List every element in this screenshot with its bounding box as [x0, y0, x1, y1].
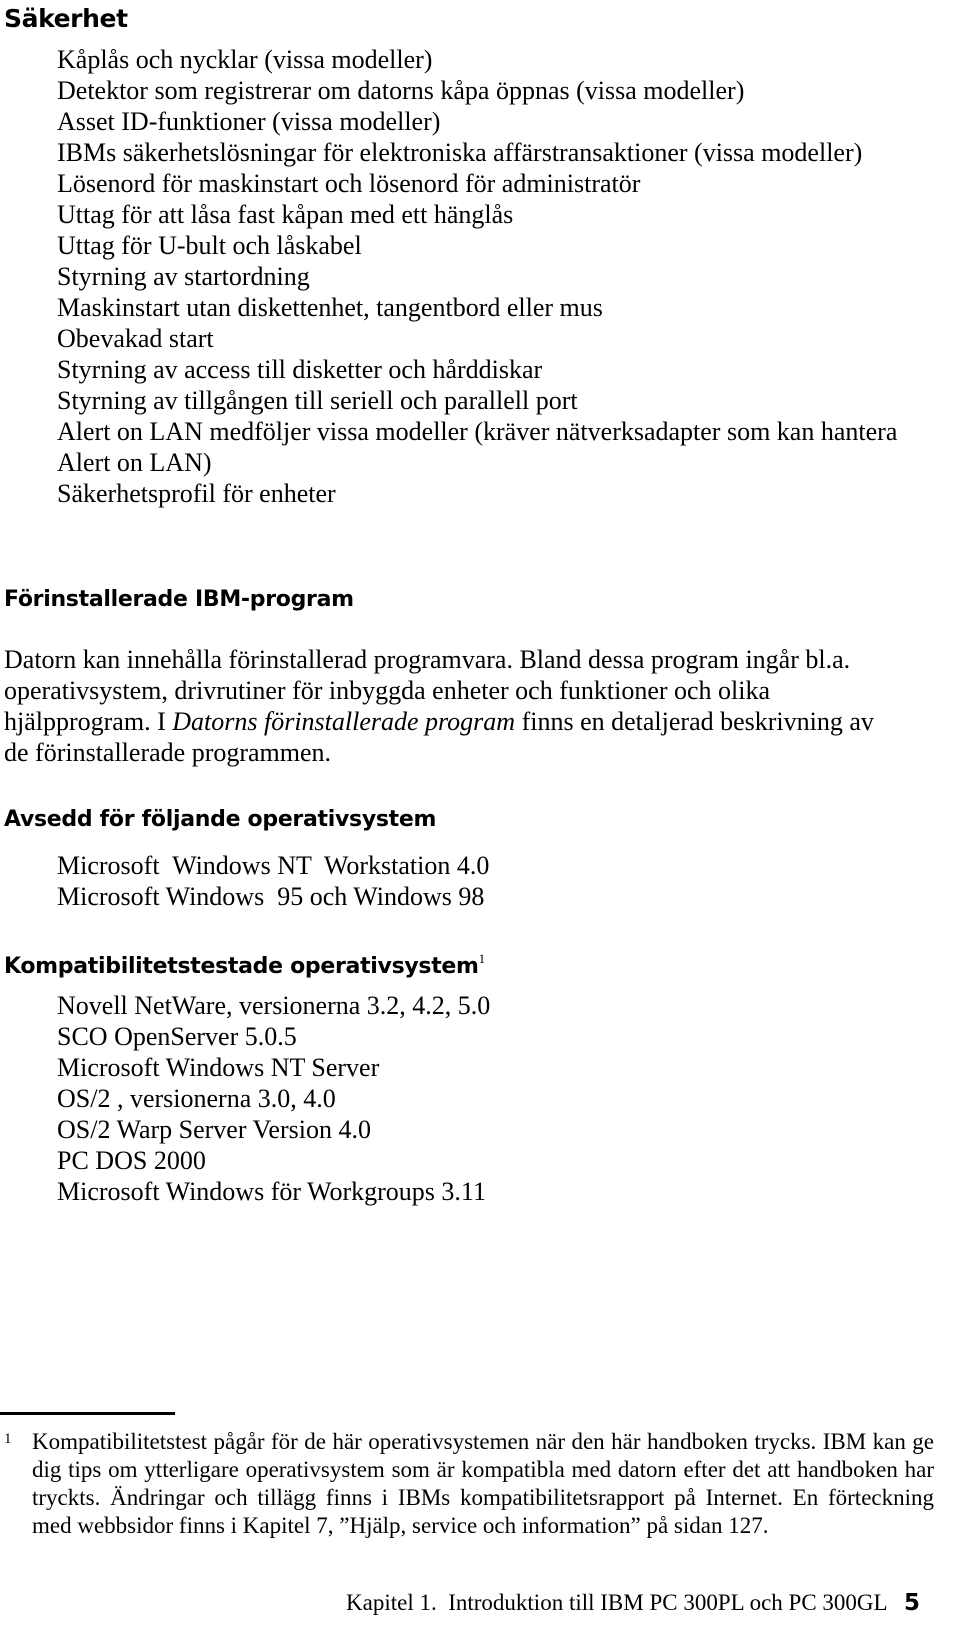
list-item: OS/2 , versionerna 3.0, 4.0 — [57, 1084, 336, 1113]
heading-sakerhet: Säkerhet — [4, 4, 128, 33]
page-footer: Kapitel 1. Introduktion till IBM PC 300P… — [0, 1588, 920, 1618]
list-item: Lösenord för maskinstart och lösenord fö… — [57, 169, 641, 198]
page-number: 5 — [903, 1590, 920, 1616]
list-item: Maskinstart utan diskettenhet, tangentbo… — [57, 293, 603, 322]
list-item: Uttag för U-bult och låskabel — [57, 231, 362, 260]
list-item: Kåplås och nycklar (vissa modeller) — [57, 45, 433, 74]
footnote-text: Kompatibilitetstest pågår för de här ope… — [32, 1429, 934, 1538]
list-item: OS/2 Warp Server Version 4.0 — [57, 1115, 371, 1144]
list-item: Asset ID-funktioner (vissa modeller) — [57, 107, 441, 136]
list-item: SCO OpenServer 5.0.5 — [57, 1022, 297, 1051]
list-item: IBMs säkerhetslösningar för elektroniska… — [57, 138, 863, 167]
list-item: Obevakad start — [57, 324, 214, 353]
list-item: Novell NetWare, versionerna 3.2, 4.2, 5.… — [57, 991, 491, 1020]
footnote-block: 1 Kompatibilitetstest pågår för de här o… — [4, 1428, 934, 1540]
list-item: Säkerhetsprofil för enheter — [57, 479, 336, 508]
list-item: Styrning av startordning — [57, 262, 310, 291]
paragraph-forinstallerade: Datorn kan innehålla förinstallerad prog… — [4, 644, 884, 768]
list-item: Microsoft Windows 95 och Windows 98 — [57, 882, 485, 911]
list-item: Microsoft Windows NT Workstation 4.0 — [57, 851, 490, 880]
security-feature-list: Kåplås och nycklar (vissa modeller) Dete… — [57, 44, 927, 509]
heading-label: Kompatibilitetstestade operativsystem — [4, 954, 479, 979]
list-item: Styrning av access till disketter och hå… — [57, 355, 543, 384]
list-item: Styrning av tillgången till seriell och … — [57, 386, 578, 415]
footnote-separator-rule — [0, 1412, 175, 1415]
list-item: PC DOS 2000 — [57, 1146, 206, 1175]
list-item: Microsoft Windows för Workgroups 3.11 — [57, 1177, 486, 1206]
footnote-marker: 1 — [4, 1431, 12, 1447]
list-item: Alert on LAN medföljer vissa modeller (k… — [57, 417, 903, 477]
page-footer-text: Kapitel 1. Introduktion till IBM PC 300P… — [346, 1590, 887, 1615]
intended-os-list: Microsoft Windows NT Workstation 4.0 Mic… — [57, 850, 927, 912]
heading-avsedd-for-foljande-operativsystem: Avsedd för följande operativsystem — [4, 807, 437, 832]
heading-kompatibilitetstestade-operativsystem: Kompatibilitetstestade operativsystem1 — [4, 945, 485, 981]
document-page: Säkerhet Kåplås och nycklar (vissa model… — [0, 0, 960, 1636]
footnote-reference-marker: 1 — [478, 951, 486, 966]
list-item: Uttag för att låsa fast kåpan med ett hä… — [57, 200, 514, 229]
list-item: Microsoft Windows NT Server — [57, 1053, 380, 1082]
heading-forinstallerade-ibm-program: Förinstallerade IBM-program — [4, 587, 354, 612]
compatible-os-list: Novell NetWare, versionerna 3.2, 4.2, 5.… — [57, 990, 927, 1207]
paragraph-italic-title: Datorns förinstallerade program — [172, 707, 516, 736]
list-item: Detektor som registrerar om datorns kåpa… — [57, 76, 745, 105]
